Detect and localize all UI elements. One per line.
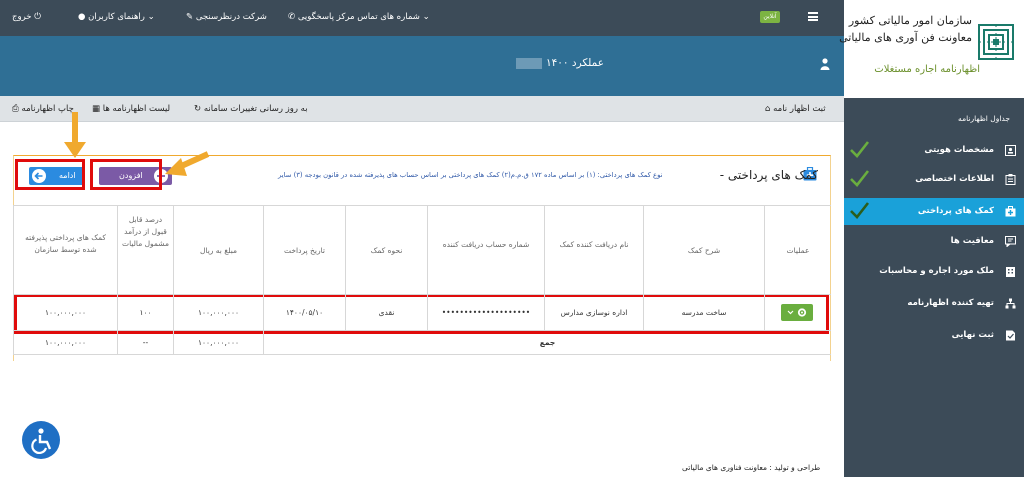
cell-description: ساخت مدرسه [643, 295, 764, 330]
column-header: کمک های پرداختی پذیرفته شده توسط سازمان [13, 206, 117, 294]
sidebar: سازمان امور مالیاتی کشور معاونت فن آوری … [839, 0, 1024, 477]
total-label: جمع [263, 331, 831, 354]
printer-icon: ⎙ [12, 104, 19, 114]
hamburger-menu-icon[interactable] [808, 12, 818, 21]
org-name: سازمان امور مالیاتی کشور [848, 14, 972, 27]
check-icon [850, 202, 870, 219]
cell-amount: ۱۰۰,۰۰۰,۰۰۰ [173, 295, 263, 330]
survey-link[interactable]: شرکت درنظرسنجی ✎ [186, 12, 267, 22]
sidebar-item-preparer[interactable]: تهیه کننده اظهارنامه [844, 290, 1024, 317]
annotation-arrow-icon [165, 151, 210, 176]
sidebar-item-final-submit[interactable]: ثبت نهایی [844, 322, 1024, 349]
chevron-down-icon: ⌄ [422, 12, 430, 22]
phone-icon: ✆ [288, 12, 296, 22]
clipboard-icon [1005, 174, 1016, 185]
declarations-list-link[interactable]: لیست اظهارنامه ها ▦ [92, 104, 170, 114]
message-icon [1005, 236, 1016, 247]
sidebar-item-donations[interactable]: کمک های پرداختی [844, 198, 1024, 225]
sidebar-item-leased-property[interactable]: ملک مورد اجاره و محاسبات [844, 258, 1024, 285]
document-check-icon [1006, 330, 1015, 341]
sidebar-item-specific-info[interactable]: اطلاعات اختصاصی [844, 166, 1024, 193]
chevron-down-icon: ⌄ [147, 12, 155, 22]
panel-title: کمک های پرداختی - [719, 168, 818, 182]
power-icon: ⏻ [34, 12, 41, 22]
total-accepted: ۱۰۰,۰۰۰,۰۰۰ [13, 331, 117, 354]
cell-accepted: ۱۰۰,۰۰۰,۰۰۰ [13, 295, 117, 330]
footer-credit: طراحی و تولید : معاونت فناوری های مالیات… [682, 463, 821, 472]
register-declaration-link[interactable]: ثبت اظهار نامه ⌂ [765, 104, 826, 114]
table-header: عملیات شرح کمک نام دریافت کننده کمک شمار… [13, 205, 831, 295]
total-percent: -- [117, 331, 173, 354]
column-header: شرح کمک [643, 206, 764, 294]
user-guide-menu[interactable]: ⌄ راهنمای کاربران ● [78, 12, 155, 22]
total-amount: ۱۰۰,۰۰۰,۰۰۰ [173, 331, 263, 354]
toolbar: چاپ اظهارنامه ⎙ لیست اظهارنامه ها ▦ به ر… [0, 96, 844, 122]
cell-percent: ۱۰۰ [117, 295, 173, 330]
column-header: درصد قابل قبول از درآمد مشمول مالیات [117, 206, 173, 294]
highlight-add [90, 159, 162, 190]
calendar-icon: ▦ [92, 104, 101, 114]
user-icon [820, 58, 830, 70]
cell-method: نقدی [345, 295, 427, 330]
column-header: نحوه کمک [345, 206, 427, 294]
sidebar-item-identity[interactable]: مشخصات هویتی [844, 137, 1024, 164]
sidebar-heading: جداول اظهارنامه [958, 114, 1010, 123]
refresh-icon: ↻ [194, 104, 202, 114]
highlight-continue [15, 159, 85, 190]
logout-link[interactable]: ⏻ خروج [12, 12, 41, 22]
check-icon [850, 170, 870, 187]
performance-year: عملکرد ۱۴۰۰ [512, 57, 604, 69]
column-header: عملیات [764, 206, 831, 294]
check-icon [850, 141, 870, 158]
medkit-icon [1005, 206, 1016, 217]
system-updates-link[interactable]: به روز رسانی تغییرات سامانه ↻ [194, 104, 308, 114]
total-row: جمع ۱۰۰,۰۰۰,۰۰۰ -- ۱۰۰,۰۰۰,۰۰۰ [13, 331, 831, 355]
sidebar-item-exemptions[interactable]: معافیت ها [844, 228, 1024, 255]
column-header: شماره حساب دریافت کننده [427, 206, 544, 294]
org-deputy: معاونت فن آوری های مالیاتی [839, 31, 972, 44]
app-subtitle: اظهارنامه اجاره مستغلات [874, 64, 980, 75]
header-band: عملکرد ۱۴۰۰ [0, 36, 844, 96]
row-actions-button[interactable] [781, 304, 813, 321]
cell-date: ۱۴۰۰/۰۵/۱۰ [263, 295, 345, 330]
donation-types-note: نوع کمک های پرداختی: (۱) بر اساس ماده ۱۷… [278, 171, 663, 179]
seal-logo-icon [978, 24, 1014, 60]
home-icon: ⌂ [765, 104, 771, 114]
top-navbar: ⏻ خروج ⌄ راهنمای کاربران ● شرکت درنظرسنج… [0, 0, 844, 36]
wheelchair-icon [31, 428, 52, 454]
edit-icon: ✎ [186, 12, 194, 22]
contact-numbers-menu[interactable]: ⌄ شماره های تماس مرکز پاسخگویی ✆ [288, 12, 430, 22]
cell-recipient: اداره نوسازی مدارس [544, 295, 643, 330]
table-row: ساخت مدرسه اداره نوسازی مدارس ••••••••••… [13, 295, 831, 331]
redacted-name [516, 57, 543, 69]
annotation-arrow-icon [64, 112, 86, 158]
sitemap-icon [1005, 298, 1016, 309]
org-logo-block: سازمان امور مالیاتی کشور معاونت فن آوری … [839, 0, 1024, 98]
chat-bubble-icon: ● [78, 12, 86, 22]
building-icon [1006, 267, 1015, 277]
accessibility-button[interactable] [22, 421, 60, 459]
online-badge: آنلاین [760, 11, 780, 23]
column-header: نام دریافت کننده کمک [544, 206, 643, 294]
column-header: مبلغ به ریال [173, 206, 263, 294]
column-header: تاریخ پرداخت [263, 206, 345, 294]
cell-account: •••••••••••••••••••• [427, 295, 544, 330]
id-card-icon [1005, 145, 1016, 156]
